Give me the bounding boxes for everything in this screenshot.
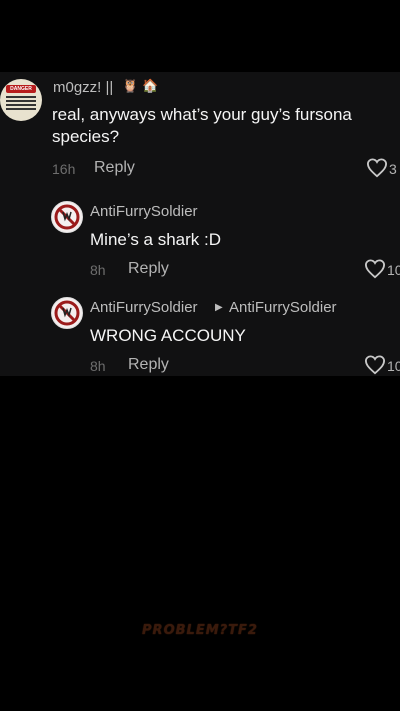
house-emoji: 🏠	[142, 78, 159, 93]
comment-username[interactable]: m0gzz! ||	[53, 79, 113, 96]
heart-icon[interactable]	[366, 158, 388, 178]
reply-text: Mine’s a shark :D	[90, 230, 222, 249]
heart-icon[interactable]	[364, 355, 386, 375]
owl-emoji: 🦉	[122, 78, 139, 93]
user-avatar[interactable]: DANGER	[0, 79, 42, 121]
watermark: PROBLEM?TF2	[142, 623, 258, 638]
reply-text: WRONG ACCOUNY	[90, 326, 246, 345]
reply-username[interactable]: AntiFurrySoldier	[90, 203, 198, 220]
comment-text: real, anyways what’s your guy’s fursona …	[52, 105, 352, 146]
reply-timestamp: 8h	[90, 358, 106, 374]
reply-username[interactable]: AntiFurrySoldier	[90, 299, 198, 316]
sign-text-lines	[6, 96, 36, 112]
reply-button[interactable]: Reply	[128, 260, 169, 278]
reply-to-username[interactable]: AntiFurrySoldier	[229, 299, 337, 316]
reply-arrow-icon: ▶	[215, 302, 223, 313]
reply-avatar[interactable]	[51, 201, 83, 233]
reply-button[interactable]: Reply	[94, 159, 135, 177]
like-count: 10	[387, 262, 400, 278]
reply-avatar[interactable]	[51, 297, 83, 329]
no-symbol-icon	[54, 300, 80, 326]
reply-timestamp: 8h	[90, 262, 106, 278]
like-count: 10	[387, 358, 400, 374]
danger-sign-icon: DANGER	[6, 85, 36, 93]
comment-timestamp: 16h	[52, 161, 76, 177]
like-count: 3	[389, 161, 397, 177]
no-symbol-icon	[54, 204, 80, 230]
heart-icon[interactable]	[364, 259, 386, 279]
reply-button[interactable]: Reply	[128, 356, 169, 374]
